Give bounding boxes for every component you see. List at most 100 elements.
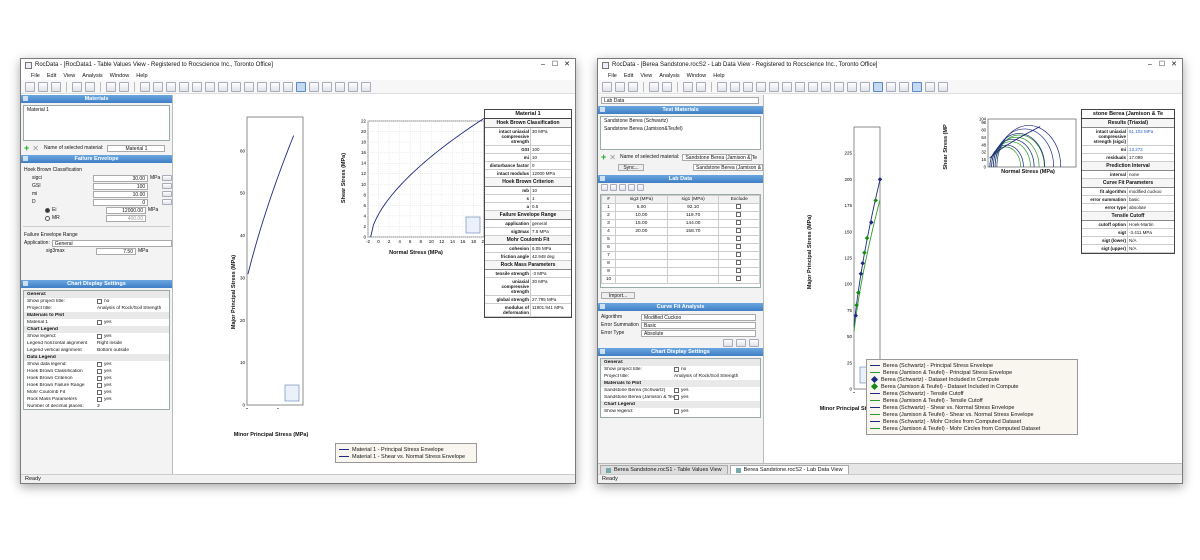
- add-material-icon[interactable]: +: [24, 143, 29, 153]
- color-icon[interactable]: [218, 81, 228, 92]
- shear-normal-chart[interactable]: 0246810121416182022-202468101214161820: [346, 115, 488, 245]
- exclude-cell[interactable]: [718, 210, 760, 220]
- exclude-cell[interactable]: [718, 266, 760, 276]
- table-row[interactable]: 5: [601, 234, 760, 244]
- settings-checkbox[interactable]: [97, 390, 102, 395]
- settings-value[interactable]: Analysis of Rock/Soil Strength: [97, 306, 161, 311]
- settings-value[interactable]: yes: [104, 383, 111, 388]
- print-icon[interactable]: [662, 81, 672, 92]
- material-name-input[interactable]: Sandstone Berea (Jamison & Te: [682, 153, 757, 161]
- menu-edit[interactable]: Edit: [47, 73, 56, 79]
- menu-edit[interactable]: Edit: [624, 73, 633, 79]
- sig1-cell[interactable]: [666, 266, 720, 276]
- lab-data-header[interactable]: Lab Data: [598, 175, 763, 183]
- settings-section[interactable]: General:: [24, 291, 169, 298]
- parameter-input[interactable]: 0: [92, 198, 149, 206]
- parameter-input[interactable]: 30.00: [92, 174, 148, 182]
- settings-checkbox[interactable]: [97, 334, 102, 339]
- parameter-input[interactable]: 10.00: [92, 190, 149, 198]
- chart-excel-icon[interactable]: [153, 81, 163, 92]
- settings-checkbox[interactable]: [97, 369, 102, 374]
- test-material-item[interactable]: Sandstone Berea (Schwartz): [601, 117, 760, 125]
- settings-value[interactable]: yes: [681, 395, 688, 400]
- settings-checkbox[interactable]: [97, 320, 102, 325]
- new-file-icon[interactable]: [602, 81, 612, 92]
- settings-value[interactable]: Bottom outside: [97, 348, 129, 353]
- curve-tool-icon[interactable]: [736, 338, 746, 347]
- table-row[interactable]: 10: [601, 274, 760, 284]
- exclude-checkbox[interactable]: [735, 259, 741, 265]
- calculator-icon[interactable]: [162, 183, 172, 189]
- settings-section[interactable]: Data Legend: [24, 354, 169, 361]
- close-icon[interactable]: ✕: [1168, 59, 1180, 71]
- delete-material-icon[interactable]: ✕: [609, 153, 616, 162]
- exclude-cell[interactable]: [718, 242, 760, 252]
- table-row[interactable]: 2 10.00 119.70: [601, 210, 760, 220]
- import-button[interactable]: Import...: [601, 292, 635, 299]
- menu-view[interactable]: View: [63, 73, 75, 79]
- exclude-cell[interactable]: [718, 226, 760, 236]
- close-icon[interactable]: ✕: [561, 59, 573, 71]
- chart-type-8-icon[interactable]: [361, 81, 371, 92]
- minimize-icon[interactable]: –: [537, 59, 549, 71]
- curve-fit-select[interactable]: Absolute: [641, 329, 756, 337]
- shear-normal-mohr-chart[interactable]: 016324864809610404080120160200240: [970, 115, 1080, 219]
- exclude-checkbox[interactable]: [735, 211, 741, 217]
- chart-settings-grid[interactable]: General: Show project title: no Project tit…: [600, 358, 761, 418]
- table-row[interactable]: 8: [601, 258, 760, 268]
- delete-material-icon[interactable]: ✕: [32, 144, 39, 153]
- zoom-out-icon[interactable]: [192, 81, 202, 92]
- table-row[interactable]: 7: [601, 250, 760, 260]
- chart-type-1-icon[interactable]: [257, 81, 267, 92]
- sync-button[interactable]: Sync...: [618, 164, 644, 171]
- open-file-icon[interactable]: [615, 81, 625, 92]
- chart-type-3-icon[interactable]: [860, 81, 870, 92]
- settings-section[interactable]: Materials to Plot: [24, 312, 169, 319]
- exclude-cell[interactable]: [718, 218, 760, 228]
- curve-fit-header[interactable]: Curve Fit Analysis: [598, 303, 763, 311]
- redo-icon[interactable]: [696, 81, 706, 92]
- settings-value[interactable]: yes: [681, 388, 688, 393]
- sig3-cell[interactable]: 20.00: [615, 226, 668, 236]
- zoom-all-icon[interactable]: [166, 81, 176, 92]
- sig3-cell[interactable]: [615, 250, 668, 260]
- settings-value[interactable]: Analysis of Rock/Soil Strength: [674, 374, 738, 379]
- sig1-cell[interactable]: [666, 242, 720, 252]
- settings-section[interactable]: Materials to Plot: [601, 380, 760, 387]
- sidebar-toggle-icon[interactable]: [717, 81, 727, 92]
- sync-input[interactable]: Sandstone Berea (Jamison & Te: [693, 164, 763, 171]
- lab-data-view-icon[interactable]: [873, 81, 883, 92]
- print-preview-icon[interactable]: [72, 81, 82, 92]
- sig1-cell[interactable]: [666, 234, 720, 244]
- chart-type-2-icon[interactable]: [847, 81, 857, 92]
- material-name-input[interactable]: Material 1: [107, 144, 166, 152]
- principal-stress-chart[interactable]: 0255075100125150175200225025: [828, 115, 884, 393]
- exclude-cell[interactable]: [718, 234, 760, 244]
- open-file-icon[interactable]: [38, 81, 48, 92]
- grid-tool-icon[interactable]: [628, 184, 635, 191]
- exclude-checkbox[interactable]: [735, 203, 741, 209]
- pin-icon[interactable]: [23, 156, 28, 161]
- sig1-cell[interactable]: 92.10: [666, 202, 720, 212]
- add-material-icon[interactable]: +: [601, 152, 606, 162]
- settings-value[interactable]: yes: [104, 320, 111, 325]
- test-materials-header[interactable]: Test Materials: [598, 106, 763, 114]
- exclude-cell[interactable]: [718, 202, 760, 212]
- settings-value[interactable]: 3: [97, 404, 100, 409]
- parameter-input[interactable]: 100: [92, 182, 149, 190]
- chart-type-5-icon[interactable]: [322, 81, 332, 92]
- chart-type-7-icon[interactable]: [925, 81, 935, 92]
- sig1-cell[interactable]: [666, 250, 720, 260]
- chart-type-1-icon[interactable]: [834, 81, 844, 92]
- settings-value[interactable]: yes: [104, 369, 111, 374]
- pin-icon[interactable]: [23, 281, 28, 286]
- chart-type-6-icon[interactable]: [335, 81, 345, 92]
- settings-value[interactable]: yes: [104, 397, 111, 402]
- mr-input[interactable]: 400.00: [106, 214, 146, 222]
- tab-table-values-view[interactable]: Berea Sandstone.rocS1 - Table Values Vie…: [600, 465, 728, 474]
- pin-icon[interactable]: [600, 304, 605, 309]
- sig1-cell[interactable]: 144.00: [666, 218, 720, 228]
- redo-icon[interactable]: [119, 81, 129, 92]
- settings-checkbox[interactable]: [674, 395, 679, 400]
- save-icon[interactable]: [51, 81, 61, 92]
